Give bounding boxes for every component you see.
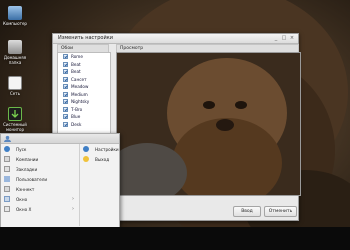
list-item[interactable]: Beat bbox=[58, 68, 110, 76]
menu-item-connect[interactable]: Кэннект bbox=[1, 184, 77, 194]
document-icon bbox=[8, 76, 22, 90]
menu-item-companies[interactable]: Компании bbox=[1, 154, 77, 164]
list-item[interactable]: Meadow bbox=[58, 83, 110, 91]
menu-item-settings[interactable]: Настройки bbox=[80, 144, 120, 154]
menu-item-window[interactable]: Окно › bbox=[1, 194, 77, 204]
start-menu: Пуск Компании Закладки Пользователи Кэнн… bbox=[0, 133, 120, 229]
user-icon bbox=[4, 135, 11, 142]
start-menu-header bbox=[1, 134, 119, 144]
computer-icon bbox=[8, 6, 22, 20]
menu-item-users[interactable]: Пользователи bbox=[1, 174, 77, 184]
minimize-icon[interactable]: _ bbox=[273, 35, 279, 41]
list-item[interactable]: Сансет bbox=[58, 76, 110, 84]
window-icon bbox=[4, 196, 10, 202]
logout-icon bbox=[83, 156, 89, 162]
checkbox-icon[interactable] bbox=[63, 76, 68, 82]
checkbox-icon[interactable] bbox=[63, 54, 68, 60]
home-folder-icon bbox=[8, 40, 22, 54]
checkbox-icon[interactable] bbox=[63, 61, 68, 67]
list-item[interactable]: Blue bbox=[58, 113, 110, 121]
list-item[interactable]: Desk bbox=[58, 121, 110, 129]
users-icon bbox=[4, 176, 10, 182]
preview-header: Просмотр bbox=[116, 44, 299, 52]
bookmark-icon bbox=[4, 166, 10, 172]
list-item[interactable]: Rome bbox=[58, 53, 110, 61]
checkbox-icon[interactable] bbox=[63, 91, 68, 97]
list-item[interactable]: Т-Bro bbox=[58, 106, 110, 114]
checkbox-icon[interactable] bbox=[63, 121, 68, 127]
maximize-icon[interactable]: □ bbox=[281, 35, 287, 41]
menu-item-logout[interactable]: Выход bbox=[80, 154, 120, 164]
desktop-icon-monitor[interactable]: Системный монитор bbox=[2, 107, 28, 132]
taskbar bbox=[0, 227, 350, 250]
menu-item-start[interactable]: Пуск bbox=[1, 144, 77, 154]
list-item[interactable]: Beat bbox=[58, 61, 110, 69]
close-icon[interactable]: × bbox=[289, 35, 295, 41]
checkbox-icon[interactable] bbox=[63, 99, 68, 105]
skins-header: Обои bbox=[57, 44, 109, 52]
folder-icon bbox=[4, 156, 10, 162]
connect-icon bbox=[4, 186, 10, 192]
checkbox-icon[interactable] bbox=[63, 114, 68, 120]
download-icon bbox=[8, 107, 22, 121]
checkbox-icon[interactable] bbox=[63, 84, 68, 90]
list-item[interactable]: Nightsky bbox=[58, 98, 110, 106]
chevron-right-icon: › bbox=[72, 206, 74, 212]
settings-icon bbox=[83, 146, 89, 152]
chevron-right-icon: › bbox=[72, 196, 74, 202]
wallpaper-preview bbox=[116, 52, 301, 196]
desktop-icon-home[interactable]: Домашняя папка bbox=[2, 40, 28, 65]
start-menu-left: Пуск Компании Закладки Пользователи Кэнн… bbox=[1, 144, 77, 214]
list-item[interactable]: Medium bbox=[58, 91, 110, 99]
menu-item-window-x[interactable]: Окно Х › bbox=[1, 204, 77, 214]
cancel-button[interactable]: Отменить bbox=[264, 206, 297, 217]
window-x-icon bbox=[4, 206, 10, 212]
bear-preview-image bbox=[117, 53, 300, 195]
start-menu-right: Настройки Выход bbox=[79, 144, 120, 226]
dialog-titlebar[interactable]: Изменить настройки _ □ × bbox=[53, 34, 298, 44]
apply-button[interactable]: Ввод bbox=[233, 206, 261, 217]
dialog-title: Изменить настройки bbox=[58, 35, 113, 41]
desktop-icon-network[interactable]: Сеть bbox=[2, 76, 28, 96]
checkbox-icon[interactable] bbox=[63, 69, 68, 75]
desktop-icon-computer[interactable]: Компьютер bbox=[2, 6, 28, 26]
menu-item-bookmarks[interactable]: Закладки bbox=[1, 164, 77, 174]
checkbox-icon[interactable] bbox=[63, 106, 68, 112]
start-icon bbox=[4, 146, 10, 152]
